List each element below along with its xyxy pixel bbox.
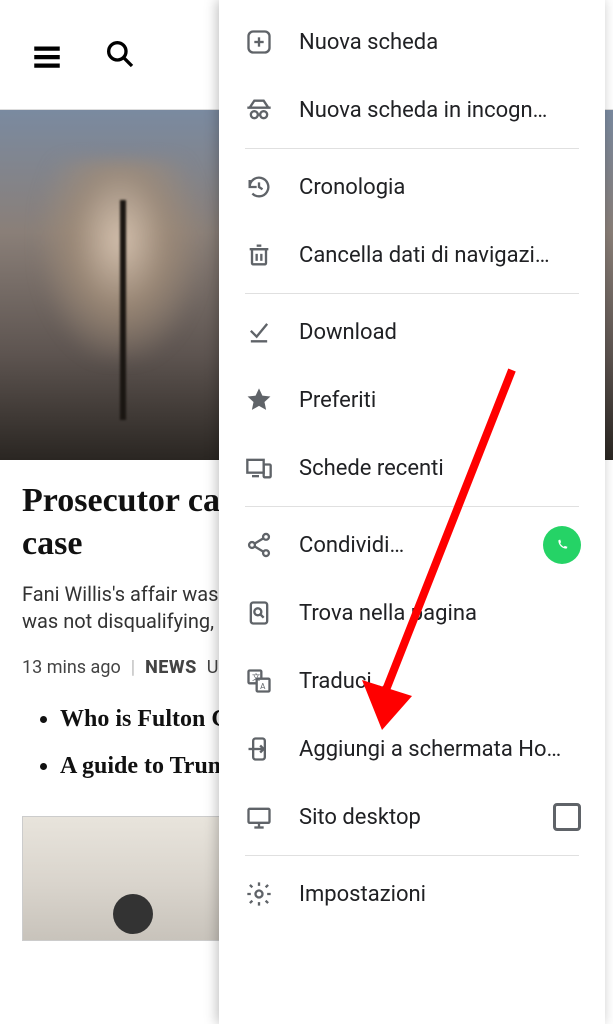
whatsapp-icon[interactable] xyxy=(543,526,581,564)
menu-item-label: Trova nella pagina xyxy=(299,601,477,626)
video-thumbnail[interactable] xyxy=(22,816,232,941)
menu-item-label: Nuova scheda in incogn… xyxy=(299,98,547,123)
menu-item-label: Cronologia xyxy=(299,175,405,200)
menu-item-desktop-site[interactable]: Sito desktop xyxy=(219,783,605,851)
menu-item-find[interactable]: Trova nella pagina xyxy=(219,579,605,647)
menu-divider xyxy=(245,855,579,856)
menu-item-label: Sito desktop xyxy=(299,805,421,830)
menu-item-downloads[interactable]: Download xyxy=(219,298,605,366)
menu-divider xyxy=(245,506,579,507)
menu-item-new-tab[interactable]: Nuova scheda xyxy=(219,8,605,76)
article-timestamp: 13 mins ago xyxy=(22,657,121,678)
svg-text:A: A xyxy=(260,681,266,691)
menu-divider xyxy=(245,148,579,149)
article-category[interactable]: NEWS xyxy=(145,657,197,678)
menu-item-label: Aggiungi a schermata Ho… xyxy=(299,737,561,762)
hamburger-icon[interactable] xyxy=(30,38,64,72)
menu-item-label: Condividi… xyxy=(299,533,404,558)
svg-text:文: 文 xyxy=(252,672,260,682)
gear-icon xyxy=(245,880,273,908)
search-icon[interactable] xyxy=(104,38,138,72)
menu-item-label: Preferiti xyxy=(299,388,376,413)
article-region-partial: U xyxy=(207,657,219,678)
menu-item-bookmarks[interactable]: Preferiti xyxy=(219,366,605,434)
plus-box-icon xyxy=(245,28,273,56)
meta-separator: | xyxy=(131,657,135,678)
download-done-icon xyxy=(245,318,273,346)
menu-item-history[interactable]: Cronologia xyxy=(219,153,605,221)
menu-item-add-home[interactable]: Aggiungi a schermata Ho… xyxy=(219,715,605,783)
incognito-icon xyxy=(245,96,273,124)
menu-item-label: Download xyxy=(299,320,397,345)
translate-icon: 文A xyxy=(245,667,273,695)
menu-item-translate[interactable]: 文A Traduci… xyxy=(219,647,605,715)
add-to-home-icon xyxy=(245,735,273,763)
menu-item-settings[interactable]: Impostazioni xyxy=(219,860,605,928)
menu-item-label: Traduci… xyxy=(299,669,386,694)
menu-item-incognito[interactable]: Nuova scheda in incogn… xyxy=(219,76,605,144)
trash-icon xyxy=(245,241,273,269)
devices-icon xyxy=(245,454,273,482)
menu-divider xyxy=(245,293,579,294)
share-icon xyxy=(245,531,273,559)
menu-item-recent-tabs[interactable]: Schede recenti xyxy=(219,434,605,502)
history-icon xyxy=(245,173,273,201)
menu-item-label: Cancella dati di navigazi… xyxy=(299,243,550,268)
browser-overflow-menu: Nuova scheda Nuova scheda in incogn… Crono… xyxy=(219,0,605,1024)
menu-item-share[interactable]: Condividi… xyxy=(219,511,605,579)
menu-item-label: Impostazioni xyxy=(299,882,426,907)
desktop-icon xyxy=(245,803,273,831)
menu-item-label: Nuova scheda xyxy=(299,30,438,55)
desktop-site-checkbox[interactable] xyxy=(553,803,581,831)
menu-item-label: Schede recenti xyxy=(299,456,444,481)
star-icon xyxy=(245,386,273,414)
menu-item-clear-data[interactable]: Cancella dati di navigazi… xyxy=(219,221,605,289)
find-in-page-icon xyxy=(245,599,273,627)
